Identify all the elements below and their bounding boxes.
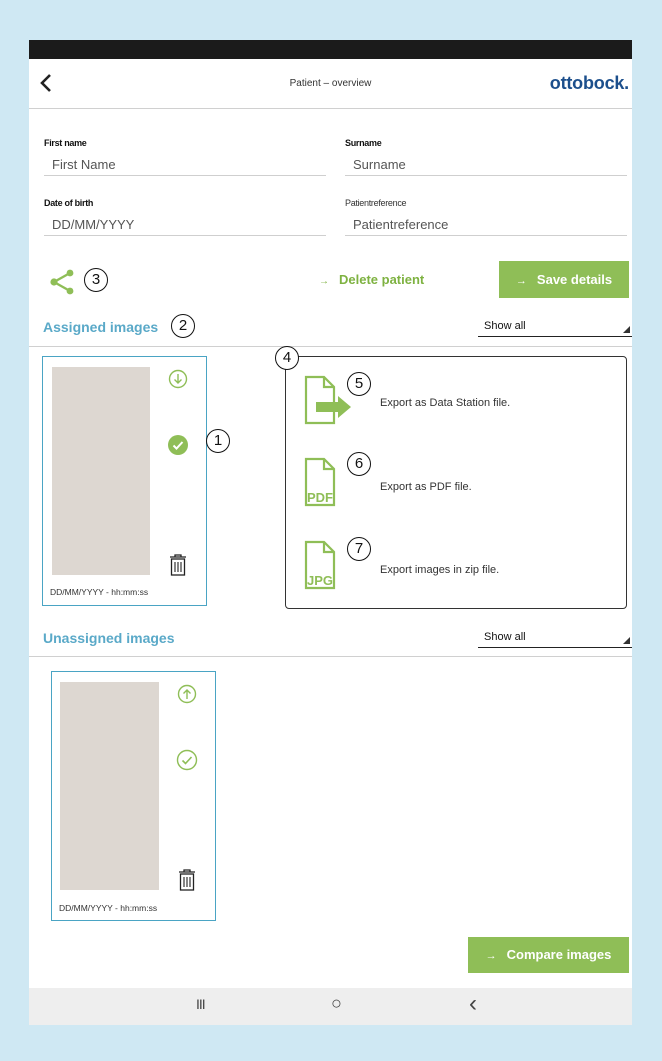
callout-6: 6 [347, 452, 371, 476]
check-outline-icon [176, 749, 198, 771]
delete-image-button[interactable] [177, 868, 197, 897]
callout-7: 7 [347, 537, 371, 561]
system-navigation-bar: III ○ ‹ [29, 988, 632, 1025]
patientreference-field[interactable] [345, 214, 627, 236]
date-of-birth-field[interactable] [44, 214, 326, 236]
upload-button[interactable] [177, 684, 197, 709]
delete-image-button[interactable] [168, 553, 188, 582]
first-name-label: First name [44, 138, 87, 148]
device-screen: Patient – overview ottobock. First name … [29, 40, 632, 1025]
compare-images-label: Compare images [506, 947, 612, 962]
ottobock-logo: ottobock. [549, 73, 629, 93]
export-menu: Export as Data Station file. PDF Export … [285, 356, 627, 609]
arrow-right-icon: → [319, 276, 329, 287]
arrow-right-icon: → [515, 275, 527, 287]
surname-label: Surname [345, 138, 382, 148]
callout-1: 1 [206, 429, 230, 453]
save-details-button[interactable]: → Save details [499, 261, 629, 298]
date-of-birth-label: Date of birth [44, 198, 94, 208]
trash-icon [179, 869, 195, 891]
callout-5: 5 [347, 372, 371, 396]
delete-patient-button[interactable]: → Delete patient [319, 272, 424, 287]
image-timestamp: DD/MM/YYYY - hh:mm:ss [50, 587, 149, 597]
unassigned-filter-value: Show all [484, 631, 526, 643]
assigned-filter-select[interactable]: Show all [478, 316, 632, 337]
jpg-badge: JPG [307, 573, 333, 588]
download-arrow-icon [168, 369, 188, 389]
select-check-button[interactable] [176, 749, 198, 776]
export-pdf-label: Export as PDF file. [380, 481, 472, 493]
patientreference-label: Patientreference [345, 198, 407, 208]
section-divider [29, 656, 632, 657]
unassigned-filter-select[interactable]: Show all [478, 627, 632, 648]
assigned-image-card[interactable]: DD/MM/YYYY - hh:mm:ss [42, 356, 207, 606]
callout-4: 4 [275, 346, 299, 370]
status-bar [29, 40, 632, 59]
home-button[interactable]: ○ [331, 993, 342, 1014]
share-button[interactable] [49, 269, 75, 295]
compare-images-button[interactable]: → Compare images [468, 937, 629, 973]
dropdown-triangle-icon [623, 326, 630, 333]
selected-check-button[interactable] [167, 434, 189, 461]
callout-2: 2 [171, 314, 195, 338]
unassigned-image-card[interactable]: DD/MM/YYYY - hh:mm:ss [51, 671, 216, 921]
unassigned-images-title: Unassigned images [43, 630, 175, 646]
delete-patient-label: Delete patient [339, 272, 425, 287]
download-button[interactable] [168, 369, 188, 394]
image-thumbnail [52, 367, 150, 575]
save-details-label: Save details [536, 272, 613, 287]
pdf-badge: PDF [307, 490, 333, 505]
image-timestamp: DD/MM/YYYY - hh:mm:ss [59, 903, 158, 913]
page-title: Patient – overview [289, 78, 372, 89]
app-bar: Patient – overview ottobock. [29, 59, 632, 109]
share-icon [50, 269, 74, 295]
section-divider [29, 346, 632, 347]
recent-apps-button[interactable]: III [196, 996, 206, 1012]
upload-arrow-icon [177, 684, 197, 704]
export-zip-label: Export images in zip file. [380, 564, 500, 576]
surname-field[interactable] [345, 154, 627, 176]
assigned-images-title: Assigned images [43, 319, 159, 335]
trash-icon [170, 554, 186, 576]
image-thumbnail [60, 682, 159, 890]
first-name-field[interactable] [44, 154, 326, 176]
system-back-button[interactable]: ‹ [469, 990, 477, 1018]
dropdown-triangle-icon [623, 637, 630, 644]
export-data-station-label: Export as Data Station file. [380, 397, 511, 409]
arrow-right-icon: → [485, 950, 497, 962]
check-filled-icon [168, 435, 188, 455]
assigned-filter-value: Show all [484, 320, 526, 332]
callout-3: 3 [84, 268, 108, 292]
